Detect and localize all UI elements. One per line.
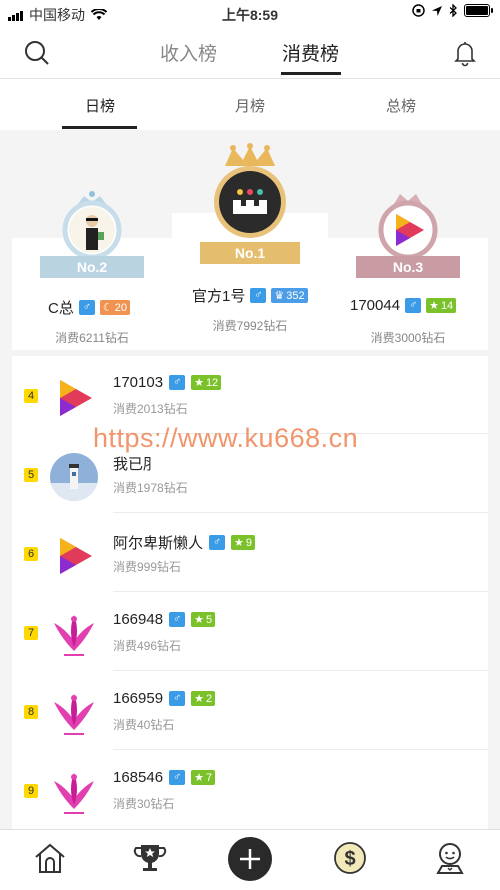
user-spend: 消费496钻石 [113, 639, 182, 653]
level-badge: ★ 12 [191, 375, 222, 390]
dollar-coin-icon[interactable]: $ [332, 840, 368, 876]
user-name: 170103 [113, 374, 164, 391]
user-name: 166948 [113, 611, 164, 628]
podium-second-spend: 消费6211钻石 [55, 331, 129, 345]
podium-third-spend: 消费3000钻石 [370, 331, 446, 345]
user-name: 我已⺼ [113, 456, 159, 473]
star-icon: ★ [234, 537, 244, 549]
list-item-name-row: 166948 ♂ ★ 5 [113, 611, 216, 628]
podium-third-name-row: 170044 ♂ ★ 14 [350, 297, 457, 314]
level-badge: ★ 9 [231, 535, 256, 550]
badge-third: No.3 [356, 256, 460, 278]
profile-icon[interactable] [432, 840, 468, 876]
podium-first-name-row: 官方1号 ♂ ♛ 352 [192, 285, 308, 306]
list-item[interactable]: 8 166959 ♂ ★ 2 消费40钻石 [12, 672, 488, 750]
podium-second-name: C总 [48, 300, 74, 317]
user-name: 阿尔卑斯懒人 [113, 535, 204, 552]
watermark: https://www.ku668.cn [93, 423, 359, 453]
rank-badge: 5 [24, 468, 38, 482]
star-icon: ★ [194, 614, 204, 626]
user-spend: 消费1978钻石 [113, 481, 188, 495]
star-icon: ★ [429, 300, 439, 312]
user-spend: 消费30钻石 [113, 797, 175, 811]
status-bar: 中国移动 上午8:59 [0, 0, 500, 26]
orientation-lock-icon [412, 4, 425, 17]
user-name: 168546 [113, 769, 164, 786]
level-badge: ★ 2 [191, 691, 216, 706]
bell-icon[interactable] [450, 38, 480, 68]
star-icon: ★ [194, 377, 204, 389]
podium-first-name: 官方1号 [192, 288, 246, 305]
list-item-name-row: 170103 ♂ ★ 12 [113, 374, 222, 391]
male-icon: ♂ [405, 298, 422, 313]
divider [113, 591, 488, 592]
bluetooth-icon [449, 4, 457, 17]
tab-consumption[interactable]: 消费榜 [282, 39, 339, 66]
battery-icon [464, 4, 493, 17]
pink-flower-avatar [54, 615, 94, 656]
rank-badge: 9 [24, 784, 38, 798]
pink-flower-avatar [54, 773, 94, 814]
user-name: 166959 [113, 690, 164, 707]
tab-income[interactable]: 收入榜 [160, 39, 217, 66]
subtab-monthly[interactable]: 月榜 [210, 95, 290, 116]
podium-first-spend: 消费7992钻石 [212, 319, 288, 333]
list-item-name-row: 166959 ♂ ★ 2 [113, 690, 216, 707]
play-logo-avatar [60, 538, 92, 574]
badge-second: No.2 [40, 256, 144, 278]
user-spend: 消费40钻石 [113, 718, 175, 732]
list-item-name-row: 168546 ♂ ★ 7 [113, 769, 216, 786]
period-tabs: 日榜 月榜 总榜 [0, 79, 500, 130]
moon-icon: ☾ [102, 302, 113, 314]
subtab-total[interactable]: 总榜 [361, 95, 441, 116]
podium-second-name-row: C总 ♂ ☾ 20 [48, 297, 130, 318]
pink-flower-avatar [54, 694, 94, 735]
list-item-name-row: 我已⺼ [113, 453, 158, 474]
male-icon: ♂ [250, 288, 267, 303]
lighthouse-photo-avatar [50, 453, 98, 501]
badge-first: No.1 [200, 242, 300, 264]
tab-active-underline [281, 72, 341, 75]
list-item-name-row: 阿尔卑斯懒人 ♂ ★ 9 [113, 532, 256, 553]
subtab-daily[interactable]: 日榜 [60, 95, 140, 116]
top-nav: 收入榜 消费榜 [0, 26, 500, 79]
subtab-active-underline [62, 126, 137, 129]
male-icon: ♂ [169, 375, 186, 390]
home-icon[interactable] [32, 840, 68, 876]
user-spend: 消费2013钻石 [113, 402, 188, 416]
divider [113, 749, 488, 750]
play-logo-avatar [60, 380, 92, 416]
divider [113, 670, 488, 671]
search-icon[interactable] [22, 38, 52, 68]
star-icon: ★ [194, 693, 204, 705]
star-icon: ★ [194, 772, 204, 784]
list-item[interactable]: 6 阿尔卑斯懒人 ♂ ★ 9 消费999钻石 [12, 514, 488, 592]
level-badge: ★ 5 [191, 612, 216, 627]
level-badge: ★ 7 [191, 770, 216, 785]
level-badge: ★ 14 [426, 298, 457, 313]
add-button[interactable] [227, 836, 273, 882]
male-icon: ♂ [169, 612, 186, 627]
divider [113, 512, 488, 513]
male-icon: ♂ [169, 691, 186, 706]
male-icon: ♂ [78, 300, 95, 315]
rank-badge: 6 [24, 547, 38, 561]
trophy-icon[interactable] [132, 840, 168, 876]
svg-text:$: $ [344, 848, 355, 870]
location-icon [432, 5, 442, 16]
level-badge: ♛ 352 [271, 288, 308, 303]
male-icon: ♂ [169, 770, 186, 785]
bottom-tab-bar: $ [0, 829, 500, 890]
list-item[interactable]: 7 166948 ♂ ★ 5 消费496钻石 [12, 593, 488, 671]
rank-badge: 8 [24, 705, 38, 719]
crown-small-icon: ♛ [274, 290, 285, 302]
list-item[interactable]: 9 168546 ♂ ★ 7 消费30钻石 [12, 751, 488, 829]
level-badge: ☾ 20 [99, 300, 130, 315]
rank-badge: 4 [24, 389, 38, 403]
gold-crown-avatar[interactable] [203, 142, 297, 242]
podium-third-name: 170044 [350, 297, 401, 314]
user-spend: 消费999钻石 [113, 560, 182, 574]
male-icon: ♂ [209, 535, 226, 550]
rank-badge: 7 [24, 626, 38, 640]
